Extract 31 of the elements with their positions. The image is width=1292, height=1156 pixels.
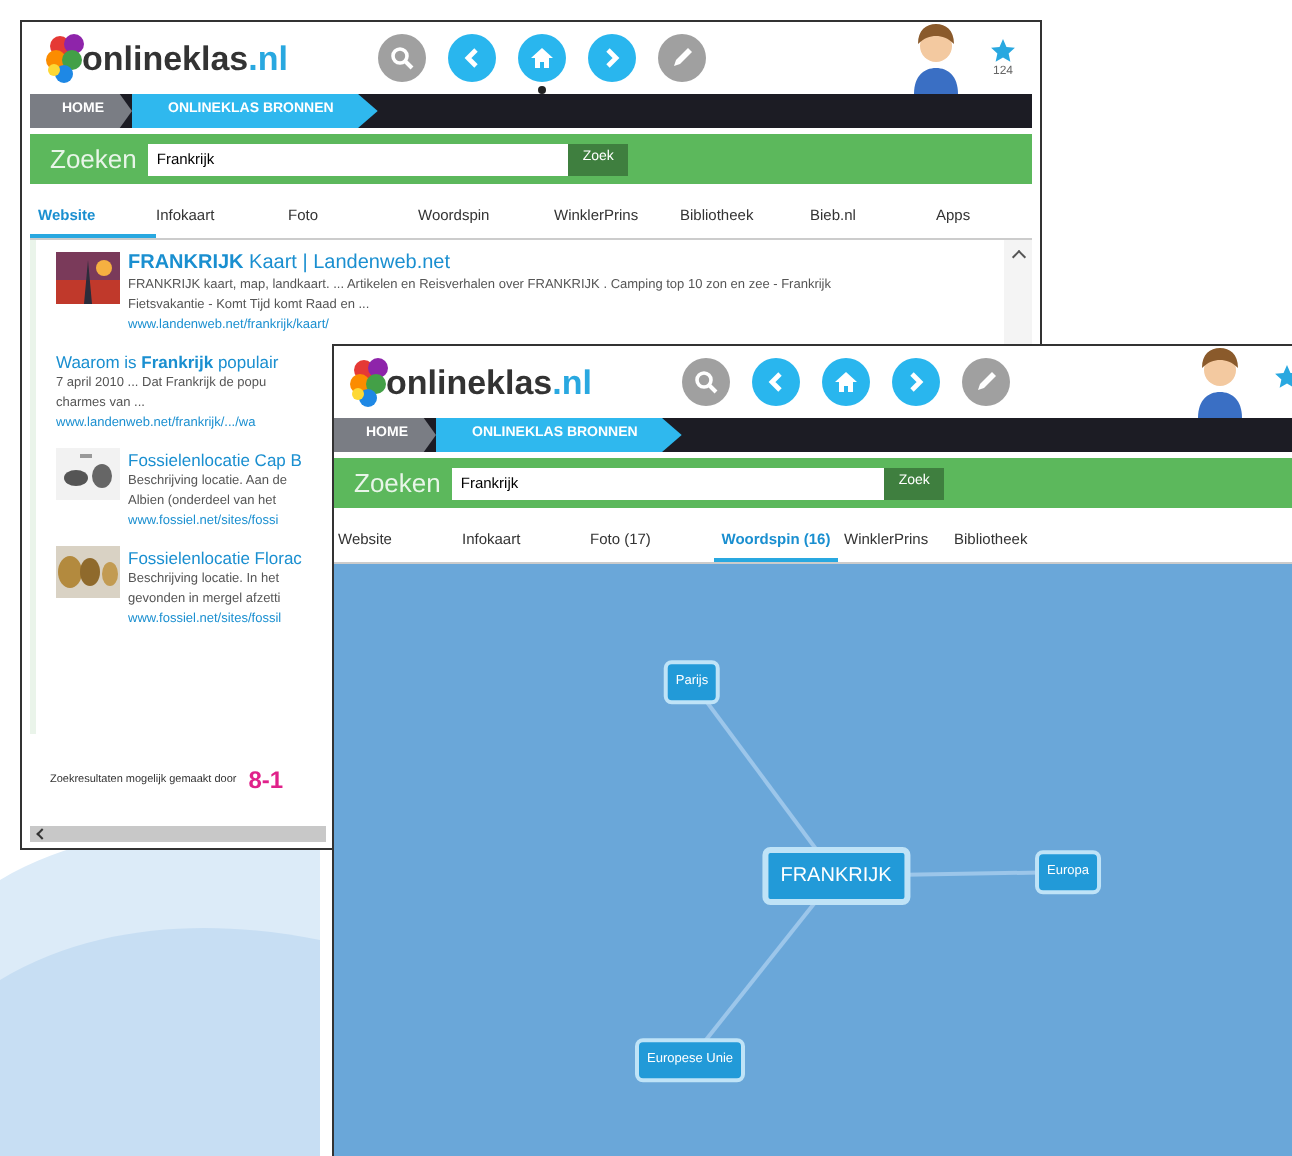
search-label: Zoeken <box>354 465 441 502</box>
chevron-right-icon <box>600 46 624 70</box>
footer-brand: 8-1 <box>248 764 284 798</box>
scroll-left-icon[interactable] <box>36 828 48 840</box>
result-title[interactable]: Waarom is Frankrijk populair <box>56 350 279 374</box>
logo-text[interactable]: onlineklas.nl <box>82 41 288 75</box>
chevron-left-icon <box>460 46 484 70</box>
home-button[interactable] <box>822 358 870 406</box>
star-icon[interactable] <box>990 38 1016 64</box>
search-icon <box>390 46 414 70</box>
back-button[interactable] <box>752 358 800 406</box>
center-word-node[interactable]: FRANKRIJK <box>762 847 910 905</box>
forward-button[interactable] <box>588 34 636 82</box>
pencil-icon <box>670 46 694 70</box>
avatar-figure[interactable] <box>1194 346 1246 418</box>
chevron-right-icon <box>904 370 928 394</box>
horizontal-scrollbar[interactable] <box>30 826 326 842</box>
home-icon <box>834 370 858 394</box>
back-button[interactable] <box>448 34 496 82</box>
result-title[interactable]: FRANKRIJK Kaart | Landenweb.net <box>128 252 451 276</box>
avatar-figure[interactable] <box>910 22 962 94</box>
search-icon <box>694 370 718 394</box>
forward-button[interactable] <box>892 358 940 406</box>
home-button[interactable] <box>518 34 566 82</box>
logo-text[interactable]: onlineklas.nl <box>386 365 592 399</box>
pencil-icon <box>974 370 998 394</box>
result-title[interactable]: Fossielenlocatie Florac <box>128 546 302 570</box>
chevron-left-icon <box>764 370 788 394</box>
result-title[interactable]: Fossielenlocatie Cap B <box>128 448 302 472</box>
home-icon <box>530 46 554 70</box>
search-label: Zoeken <box>50 141 137 178</box>
